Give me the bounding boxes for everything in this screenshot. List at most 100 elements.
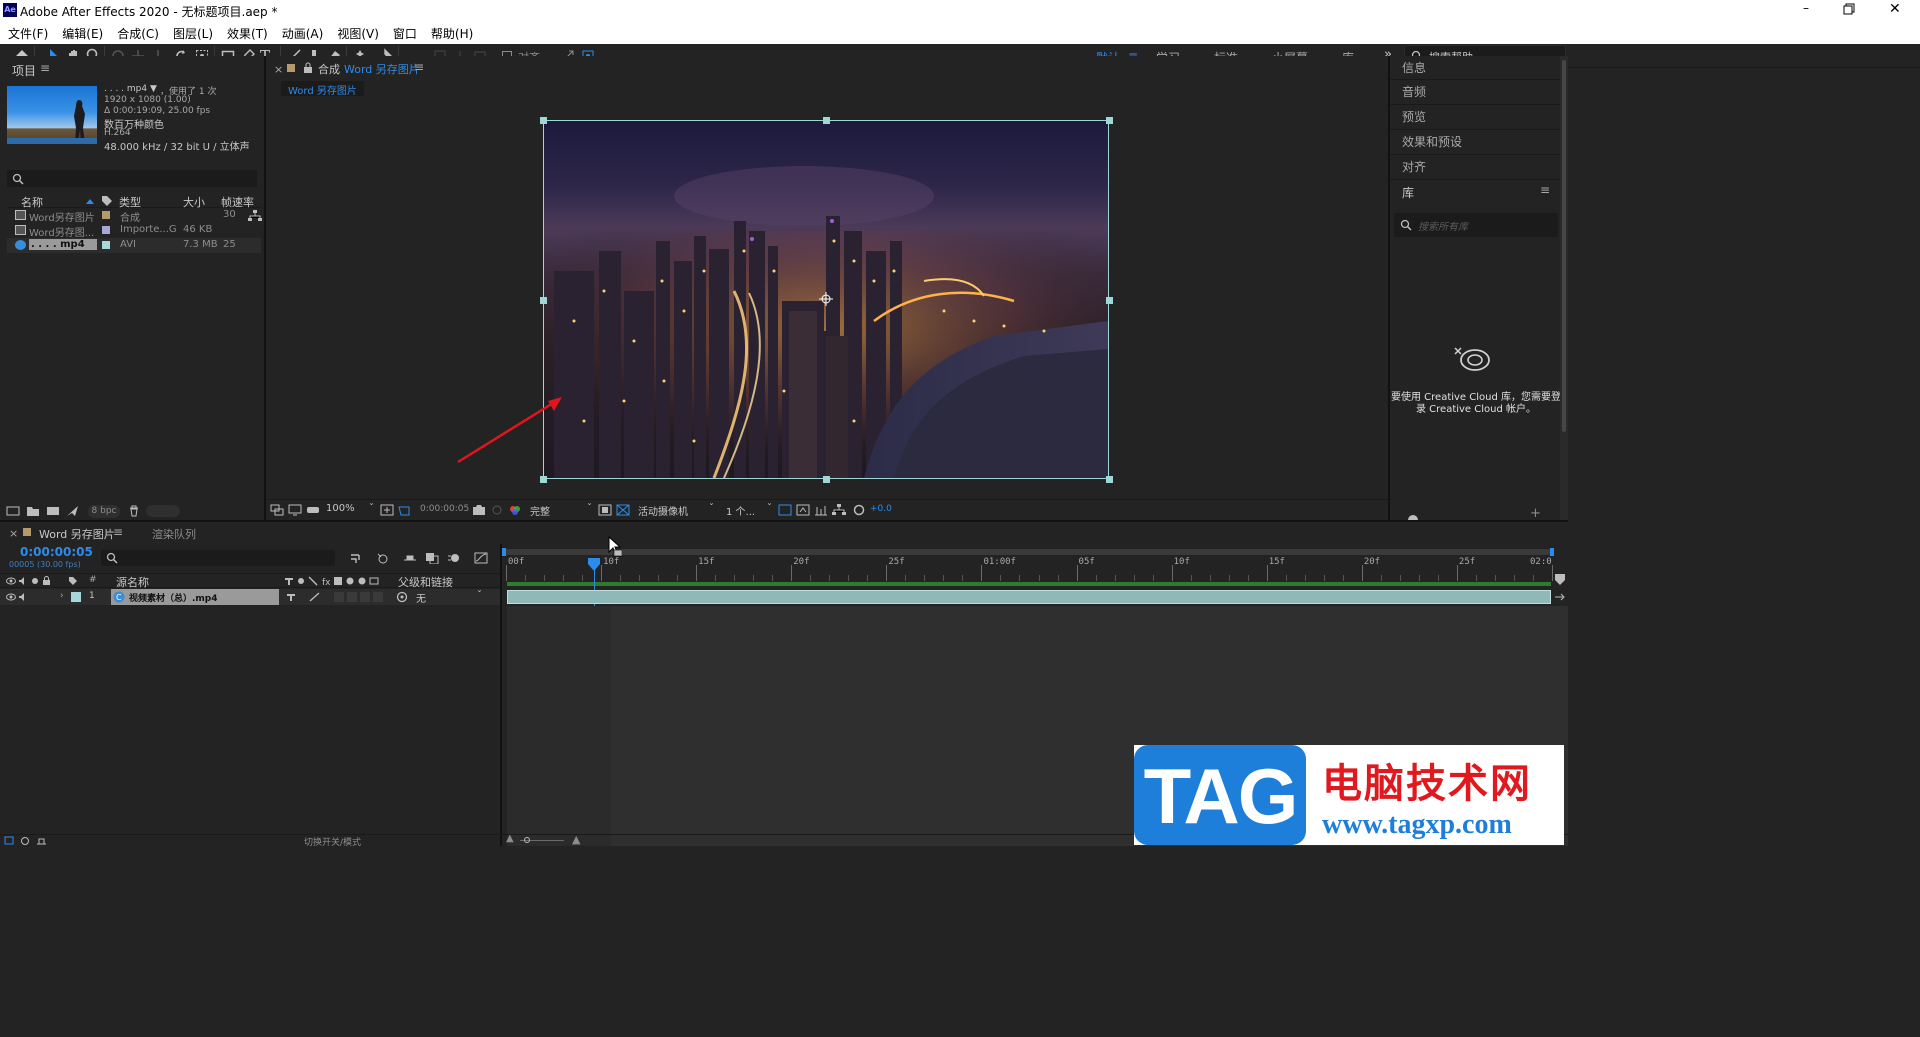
panel-menu-icon[interactable]: ≡	[1540, 183, 1550, 197]
motion-blur-icon[interactable]	[447, 552, 461, 564]
flowchart-icon[interactable]	[832, 504, 846, 516]
menu-item[interactable]: 效果(T)	[227, 27, 268, 41]
right-panel-item[interactable]: 预览	[1390, 105, 1560, 130]
frame-blending-icon[interactable]	[425, 552, 439, 564]
video-eye-icon[interactable]	[6, 576, 16, 586]
region-of-interest-icon[interactable]	[398, 504, 412, 516]
timeline-search-input[interactable]	[101, 550, 335, 566]
right-panel-item[interactable]: 音频	[1390, 80, 1560, 105]
zoom-dropdown[interactable]: 100% ˇ	[326, 503, 374, 514]
close-tab-icon[interactable]: ×	[274, 63, 283, 76]
new-folder-icon[interactable]	[26, 505, 40, 517]
restore-button[interactable]	[1842, 2, 1858, 18]
scrollbar-thumb[interactable]	[1562, 60, 1566, 432]
draft-3d-icon[interactable]	[376, 552, 390, 564]
motion-blur-switch[interactable]	[360, 592, 370, 602]
layer-duration-bar[interactable]	[507, 590, 1551, 604]
quality-switch-icon[interactable]	[309, 592, 321, 602]
shy-layers-icon[interactable]	[403, 552, 417, 564]
label-color-swatch[interactable]	[102, 226, 110, 234]
trash-icon[interactable]	[128, 505, 140, 517]
vr-goggles-icon[interactable]	[306, 504, 320, 516]
label-color-swatch[interactable]	[102, 241, 110, 249]
layer-name-field[interactable]: C 视频素材（总）.mp4	[111, 589, 279, 605]
3d-layer-switch[interactable]	[373, 592, 383, 602]
timeline-tab-name[interactable]: Word 另存图片	[39, 526, 115, 542]
transform-handle[interactable]	[823, 117, 830, 124]
effect-switch[interactable]	[334, 592, 344, 602]
right-panel-item[interactable]: 信息	[1390, 56, 1560, 80]
audio-speaker-icon[interactable]	[18, 592, 28, 602]
transfer-controls-icon[interactable]	[36, 836, 48, 846]
monitor-icon[interactable]	[288, 504, 302, 516]
label-tag-icon[interactable]	[68, 576, 78, 586]
thumbnail-slider[interactable]	[146, 505, 180, 517]
transform-handle[interactable]	[540, 476, 547, 483]
pick-whip-icon[interactable]	[396, 591, 408, 603]
label-tag-icon[interactable]	[101, 195, 113, 207]
render-icon[interactable]	[66, 505, 80, 517]
work-area-end-icon[interactable]	[1554, 574, 1566, 586]
bpc-button[interactable]: 8 bpc	[88, 505, 120, 518]
close-button[interactable]: ✕	[1889, 1, 1901, 17]
panel-menu-icon[interactable]: ≡	[40, 61, 50, 75]
comp-breadcrumb[interactable]: Word 另存图片	[281, 81, 364, 97]
fit-resolution-icon[interactable]	[380, 504, 394, 516]
menu-item[interactable]: 视图(V)	[337, 27, 379, 41]
project-item[interactable]: Word另存图片 合成 30	[7, 208, 261, 224]
toggle-switches-modes[interactable]: 切换开关/模式	[304, 835, 361, 848]
transform-handle[interactable]	[1106, 476, 1113, 483]
modes-toggle-icon[interactable]	[20, 836, 32, 846]
interpret-footage-icon[interactable]	[6, 505, 20, 517]
parent-dropdown[interactable]: 无ˇ	[416, 590, 482, 605]
target-region-icon[interactable]	[598, 504, 612, 516]
minimize-button[interactable]: –	[1798, 1, 1814, 19]
snapshot-camera-icon[interactable]	[472, 504, 486, 516]
exposure-value[interactable]: +0.0	[870, 504, 892, 514]
menu-item[interactable]: 合成(C)	[117, 27, 159, 41]
right-panel-item[interactable]: 效果和预设	[1390, 130, 1560, 155]
anchor-point-icon[interactable]	[819, 292, 833, 306]
flowchart-icon[interactable]	[248, 210, 262, 222]
time-ruler[interactable]: 00f 10f 15f 20f 25f 01:00f 05f 10f 15f 20f 25f 02:0	[506, 555, 1553, 581]
project-search-input[interactable]	[7, 170, 257, 187]
lock-icon[interactable]	[303, 62, 313, 74]
render-time-icon[interactable]	[4, 836, 16, 846]
frame-blend-switch[interactable]	[347, 592, 357, 602]
video-eye-icon[interactable]	[6, 592, 16, 602]
menu-item[interactable]: 窗口	[393, 27, 417, 41]
always-preview-icon[interactable]	[270, 504, 284, 516]
toggle-mask-icon[interactable]	[778, 504, 792, 516]
transparency-grid-icon[interactable]	[616, 504, 630, 516]
layer-out-point-icon[interactable]	[1553, 591, 1565, 603]
work-area-bar[interactable]	[507, 582, 1551, 586]
comp-tab-name[interactable]: Word 另存图片	[344, 61, 420, 77]
timeline-icon[interactable]	[814, 504, 828, 516]
solo-icon[interactable]	[30, 576, 40, 586]
footage-name[interactable]: . . . . mp4 ▼	[104, 84, 157, 94]
new-composition-icon[interactable]	[46, 505, 60, 517]
zoom-out-icon[interactable]: ▲	[506, 833, 514, 844]
transform-handle[interactable]	[823, 476, 830, 483]
menu-item[interactable]: 图层(L)	[173, 27, 213, 41]
right-panel-item[interactable]: 对齐	[1390, 155, 1560, 180]
menu-item[interactable]: 动画(A)	[282, 27, 324, 41]
close-tab-icon[interactable]: ×	[9, 527, 18, 540]
zoom-in-icon[interactable]: ▲	[572, 833, 580, 846]
layer-row[interactable]: › 1 C 视频素材（总）.mp4 无ˇ	[0, 589, 500, 605]
views-dropdown[interactable]: 1 个... ˇ	[726, 503, 772, 518]
expand-layer-chevron-icon[interactable]: ›	[60, 591, 64, 601]
timeline-zoom-slider[interactable]	[520, 837, 564, 843]
project-item[interactable]: Word另存图... Importe...G 46 KB	[7, 223, 261, 239]
shy-switch-icon[interactable]	[286, 592, 296, 602]
camera-dropdown[interactable]: 活动摄像机 ˇ	[638, 503, 714, 518]
resolution-dropdown[interactable]: 完整 ˇ	[530, 503, 592, 518]
current-timecode[interactable]: 0:00:00:05	[20, 545, 93, 559]
menu-item[interactable]: 帮助(H)	[431, 27, 473, 41]
fast-previews-icon[interactable]	[796, 504, 810, 516]
show-snapshot-icon[interactable]	[490, 504, 504, 516]
panel-menu-icon[interactable]: ≡	[113, 525, 123, 539]
project-item[interactable]: . . . . mp4 AVI 7.3 MB 25	[7, 238, 261, 253]
col-source-name[interactable]: 源名称	[116, 574, 149, 590]
cloud-sync-icon[interactable]	[1406, 512, 1420, 520]
